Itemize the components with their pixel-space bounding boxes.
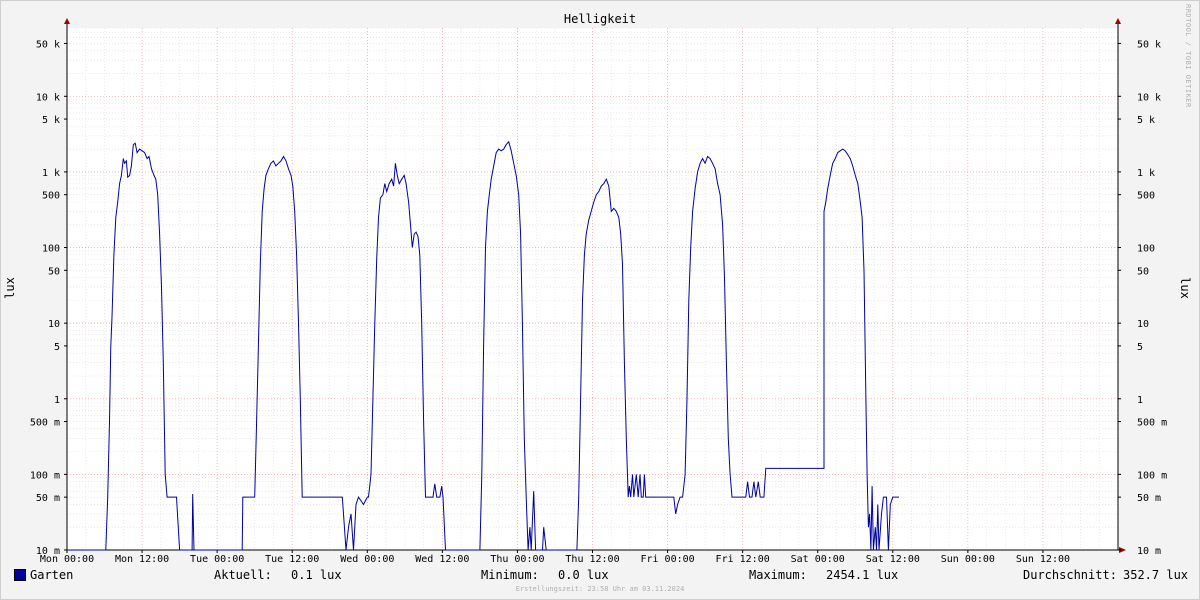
y-tick-label-right: 10 [1137, 319, 1149, 330]
y-tick-label-right: 500 m [1137, 418, 1167, 429]
x-tick-label: Mon 00:00 [40, 554, 94, 565]
x-tick-labels: Mon 00:00 Mon 12:00 Tue 00:00 Tue 12:00 Wed … [40, 554, 1070, 565]
x-tick-label: Sat 00:00 [791, 554, 845, 565]
y-tick-label-right: 100 m [1137, 470, 1167, 481]
legend-avg-label: Durchschnitt: [1023, 568, 1117, 582]
y-axis-label-right: lux [1178, 277, 1192, 299]
y-tick-label-right: 50 m [1137, 493, 1161, 504]
legend-max-value: 2454.1 lux [826, 568, 899, 582]
legend-min-label: Minimum: [481, 568, 539, 582]
x-tick-label: Tue 12:00 [265, 554, 319, 565]
x-tick-label: Sun 00:00 [941, 554, 995, 565]
legend-series-name: Garten [30, 568, 74, 582]
y-axis-arrow-right [1115, 18, 1121, 24]
y-tick-label-right: 50 [1137, 266, 1149, 277]
y-tick-label-left: 5 [54, 342, 60, 353]
y-tick-label-left: 10 [48, 319, 60, 330]
y-tick-label-left: 10 k [36, 92, 60, 103]
y-tick-label-right: 10 k [1137, 92, 1161, 103]
y-tick-label-right: 1 k [1137, 168, 1155, 179]
chart-canvas: 10 m 10 m50 m 50 m100 m 100 m500 m 500 m1 15 5… [3, 12, 1192, 565]
y-tick-label-left: 50 m [36, 493, 60, 504]
y-tick-label-left: 5 k [42, 115, 60, 126]
x-tick-label: Wed 12:00 [415, 554, 469, 565]
chart-title: Helligkeit [564, 12, 636, 26]
legend-current-label: Aktuell: [214, 568, 272, 582]
y-tick-label-left: 50 [48, 266, 60, 277]
y-tick-label-right: 5 [1137, 342, 1143, 353]
y-tick-label-right: 100 [1137, 244, 1155, 255]
y-tick-label-left: 500 m [30, 418, 60, 429]
watermark: RRDTOOL / TOBI OETIKER [1184, 4, 1192, 108]
legend-min-value: 0.0 lux [558, 568, 609, 582]
x-tick-label: Fri 12:00 [716, 554, 770, 565]
x-tick-label: Thu 12:00 [565, 554, 619, 565]
y-tick-label-right: 10 m [1137, 546, 1161, 557]
y-tick-label-left: 100 m [30, 470, 60, 481]
x-tick-label: Tue 00:00 [190, 554, 244, 565]
x-tick-label: Mon 12:00 [115, 554, 169, 565]
y-tick-label-right: 5 k [1137, 115, 1155, 126]
x-tick-label: Thu 00:00 [490, 554, 544, 565]
legend: Garten Aktuell: 0.1 lux Minimum: 0.0 lux… [14, 567, 1189, 585]
x-tick-label: Sat 12:00 [866, 554, 920, 565]
legend-swatch [14, 569, 26, 581]
x-tick-label: Sun 12:00 [1016, 554, 1070, 565]
legend-avg-value: 352.7 lux [1123, 568, 1189, 582]
y-tick-label-left: 500 [42, 191, 60, 202]
y-tick-label-left: 1 k [42, 168, 60, 179]
legend-max-label: Maximum: [749, 568, 807, 582]
y-axis-label-left: lux [3, 277, 17, 299]
y-tick-label-right: 500 [1137, 191, 1155, 202]
x-tick-label: Fri 00:00 [640, 554, 694, 565]
legend-current-value: 0.1 lux [291, 568, 342, 582]
y-axis-arrow-left [64, 18, 70, 24]
x-tick-label: Wed 00:00 [340, 554, 394, 565]
y-tick-label-left: 100 [42, 244, 60, 255]
footer-timestamp: Erstellungszeit: 23:58 Uhr am 03.11.2024 [515, 585, 685, 593]
y-tick-label-right: 1 [1137, 395, 1143, 406]
y-tick-label-left: 1 [54, 395, 60, 406]
y-tick-label-left: 50 k [36, 39, 60, 50]
y-tick-label-right: 50 k [1137, 39, 1161, 50]
